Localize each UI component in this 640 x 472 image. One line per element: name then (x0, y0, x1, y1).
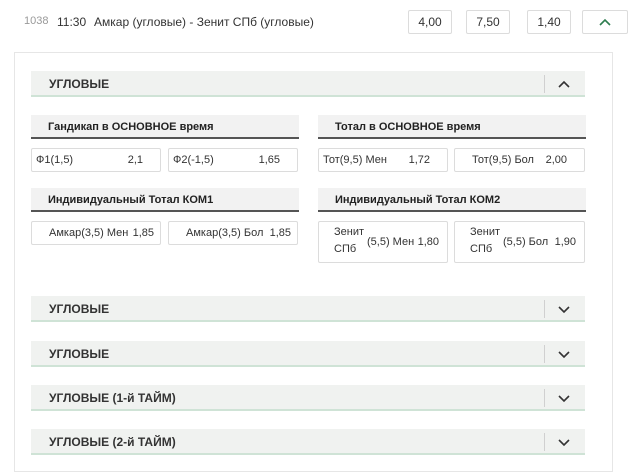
chevron-up-icon[interactable] (557, 77, 571, 91)
outcome-name: Тот(9,5) Мен (323, 154, 387, 166)
outcome-name: Амкар(3,5) Бол (186, 227, 264, 239)
outcome-odd: 2,00 (545, 154, 567, 166)
outcome-team: Зенит СПб (470, 224, 506, 258)
market-title-ind-total-1: Индивидуальный Тотал КОМ1 (31, 188, 299, 212)
outcome-button[interactable]: Зенит СПб (5,5) Бол 1,90 (454, 221, 585, 263)
section-title: УГЛОВЫЕ (49, 347, 110, 361)
section-title: УГЛОВЫЕ (49, 77, 110, 91)
match-row: 1038 11:30 Амкар (угловые) - Зенит СПб (… (0, 0, 640, 44)
section-title: УГЛОВЫЕ (49, 302, 110, 316)
outcome-name: Ф2(-1,5) (173, 154, 214, 166)
market-title-total: Тотал в ОСНОВНОЕ время (318, 115, 586, 139)
outcome-button[interactable]: Тот(9,5) Мен 1,72 (318, 148, 448, 172)
outcome-odd: 1,72 (408, 154, 430, 166)
match-title[interactable]: Амкар (угловые) - Зенит СПб (угловые) (94, 15, 314, 29)
outcome-odd: 1,65 (258, 154, 280, 166)
outcome-line: (5,5) Бол (503, 236, 549, 248)
section-title: УГЛОВЫЕ (2-й ТАЙМ) (49, 435, 176, 449)
outcome-odd: 2,1 (127, 154, 143, 166)
outcome-odd: 1,85 (132, 227, 154, 239)
team-line-1: Зенит (470, 226, 501, 238)
outcome-button[interactable]: Зенит СПб (5,5) Мен 1,80 (318, 221, 448, 263)
section-header-collapsed[interactable]: УГЛОВЫЕ (31, 341, 585, 367)
divider (544, 433, 545, 451)
collapse-match-button[interactable] (582, 10, 628, 34)
chevron-up-icon (599, 18, 611, 26)
outcome-line: (5,5) Мен (367, 236, 415, 248)
outcome-team: Зенит СПб (334, 224, 370, 258)
outcome-button[interactable]: Ф1(1,5) 2,1 (31, 148, 161, 172)
outcome-name: Амкар(3,5) Мен (49, 227, 129, 239)
divider (544, 300, 545, 318)
odd-draw-button[interactable]: 7,50 (466, 10, 510, 34)
divider (544, 389, 545, 407)
outcome-name: Тот(9,5) Бол (472, 154, 534, 166)
team-line-1: Зенит (334, 226, 365, 238)
divider (544, 75, 545, 93)
chevron-down-icon[interactable] (557, 391, 571, 405)
chevron-down-icon[interactable] (557, 302, 571, 316)
match-time: 11:30 (57, 15, 87, 29)
team-line-2: СПб (334, 243, 357, 255)
odd-home-button[interactable]: 4,00 (408, 10, 452, 34)
outcome-odd: 1,90 (554, 236, 576, 248)
outcome-button[interactable]: Амкар(3,5) Мен 1,85 (31, 221, 161, 245)
section-header-corners[interactable]: УГЛОВЫЕ (31, 71, 585, 97)
outcome-name: Ф1(1,5) (36, 154, 74, 166)
chevron-down-icon[interactable] (557, 347, 571, 361)
match-id: 1038 (24, 15, 49, 27)
market-title-handicap: Гандикап в ОСНОВНОЕ время (31, 115, 299, 139)
divider (544, 345, 545, 363)
outcome-odd: 1,80 (417, 236, 439, 248)
section-header-collapsed[interactable]: УГЛОВЫЕ (2-й ТАЙМ) (31, 429, 585, 455)
outcome-button[interactable]: Ф2(-1,5) 1,65 (168, 148, 298, 172)
section-title: УГЛОВЫЕ (1-й ТАЙМ) (49, 391, 176, 405)
odd-away-button[interactable]: 1,40 (527, 10, 571, 34)
section-header-collapsed[interactable]: УГЛОВЫЕ (1-й ТАЙМ) (31, 385, 585, 411)
outcome-button[interactable]: Амкар(3,5) Бол 1,85 (168, 221, 298, 245)
team-line-2: СПб (470, 243, 493, 255)
chevron-down-icon[interactable] (557, 435, 571, 449)
outcome-button[interactable]: Тот(9,5) Бол 2,00 (454, 148, 585, 172)
market-title-ind-total-2: Индивидуальный Тотал КОМ2 (318, 188, 586, 212)
section-header-collapsed[interactable]: УГЛОВЫЕ (31, 296, 585, 322)
outcome-odd: 1,85 (269, 227, 291, 239)
